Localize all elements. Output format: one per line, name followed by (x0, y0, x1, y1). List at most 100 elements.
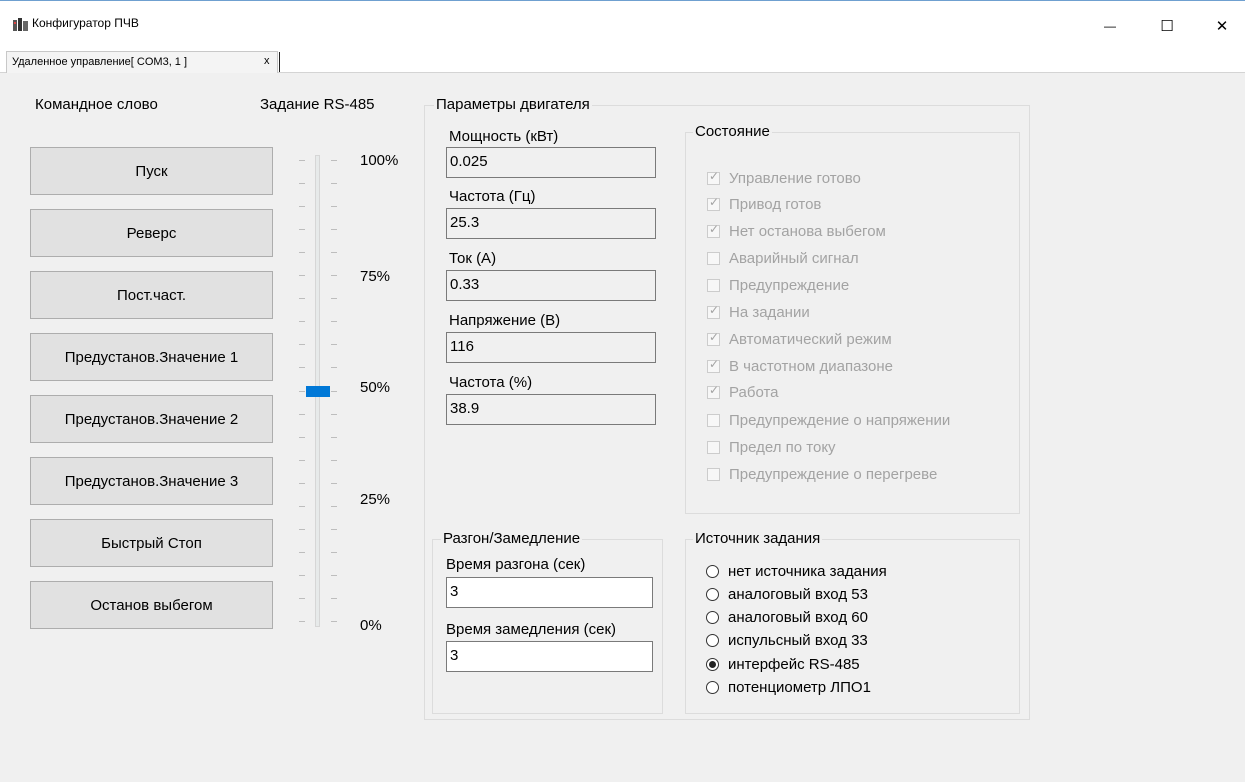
status-item-label: Предупреждение о напряжении (729, 412, 951, 429)
status-item: Предупреждение (707, 277, 849, 294)
source-option-label: интерфейс RS-485 (728, 656, 860, 673)
status-item-label: Автоматический режим (729, 331, 892, 348)
check-mark-icon: ✓ (709, 357, 720, 371)
slider-tick (299, 552, 305, 553)
source-option[interactable]: аналоговый вход 60 (706, 609, 868, 626)
slider-tick (299, 391, 305, 392)
radio-selected-icon[interactable] (706, 658, 719, 671)
close-icon: ✕ (1215, 18, 1229, 35)
maximize-button[interactable]: ☐ (1144, 9, 1190, 43)
tab-strip: Удаленное управление[ COM3, 1 ] x (0, 50, 1245, 73)
source-option[interactable]: испульсный вход 33 (706, 632, 868, 649)
status-item: Предел по току (707, 439, 836, 456)
frequency-hz-field: 25.3 (446, 208, 656, 239)
source-option[interactable]: аналоговый вход 53 (706, 586, 868, 603)
check-mark-icon: ✓ (709, 222, 720, 236)
power-label: Мощность (кВт) (449, 128, 559, 145)
status-item: ✓ Нет останова выбегом (707, 222, 886, 240)
status-group (685, 132, 1020, 514)
source-option[interactable]: интерфейс RS-485 (706, 656, 860, 673)
preset-2-button[interactable]: Предустанов.Значение 2 (30, 395, 273, 443)
slider-tick (331, 298, 337, 299)
status-item-label: Управление готово (729, 170, 861, 187)
status-item-label: Предупреждение о перегреве (729, 466, 938, 483)
scale-label-50: 50% (360, 379, 391, 396)
tab-separator (279, 52, 280, 72)
title-bar: Конфигуратор ПЧВ — ☐ ✕ (0, 0, 1245, 50)
status-item-label: Работа (729, 384, 779, 401)
tab-remote-control[interactable]: Удаленное управление[ COM3, 1 ] x (6, 51, 280, 73)
checkbox-unchecked-icon (707, 279, 720, 292)
preset-1-button[interactable]: Предустанов.Значение 1 (30, 333, 273, 381)
status-item: ✓ В частотном диапазоне (707, 357, 893, 375)
current-label: Ток (А) (449, 250, 497, 267)
frequency-hz-label: Частота (Гц) (449, 188, 536, 205)
frequency-pct-field: 38.9 (446, 394, 656, 425)
check-mark-icon: ✓ (709, 383, 720, 397)
status-item-label: В частотном диапазоне (729, 358, 893, 375)
source-option-label: потенциометр ЛПО1 (728, 679, 871, 696)
status-item: ✓ Работа (707, 383, 779, 401)
slider-tick (299, 183, 305, 184)
accel-time-input[interactable]: 3 (446, 577, 653, 608)
decel-time-input[interactable]: 3 (446, 641, 653, 672)
decel-time-label: Время замедления (сек) (446, 621, 617, 638)
radio-empty-icon[interactable] (706, 611, 719, 624)
scale-label-100: 100% (360, 152, 399, 169)
checkbox-checked-icon: ✓ (707, 169, 720, 185)
slider-tick (331, 344, 337, 345)
radio-empty-icon[interactable] (706, 634, 719, 647)
scale-label-25: 25% (360, 491, 391, 508)
source-option[interactable]: нет источника задания (706, 563, 887, 580)
slider-tick (299, 298, 305, 299)
radio-empty-icon[interactable] (706, 565, 719, 578)
status-item-label: Предупреждение (729, 277, 850, 294)
quick-stop-button[interactable]: Быстрый Стоп (30, 519, 273, 567)
slider-tick (331, 275, 337, 276)
slider-tick (299, 206, 305, 207)
power-field: 0.025 (446, 147, 656, 178)
source-option-label: нет источника задания (728, 563, 887, 580)
slider-tick (299, 506, 305, 507)
maximize-icon: ☐ (1160, 18, 1174, 35)
status-item: ✓ Привод готов (707, 195, 822, 213)
status-item: ✓ Автоматический режим (707, 330, 892, 348)
setpoint-heading: Задание RS-485 (260, 96, 375, 113)
slider-tick (331, 575, 337, 576)
status-item-label: Предел по току (729, 439, 836, 456)
const-freq-button[interactable]: Пост.част. (30, 271, 273, 319)
status-item-label: Привод готов (729, 196, 822, 213)
slider-tick (331, 252, 337, 253)
setpoint-slider-thumb[interactable] (306, 386, 330, 397)
slider-tick (331, 621, 337, 622)
slider-tick (331, 529, 337, 530)
accel-time-label: Время разгона (сек) (446, 556, 586, 573)
status-item: Предупреждение о перегреве (707, 466, 937, 483)
radio-empty-icon[interactable] (706, 681, 719, 694)
coast-stop-button[interactable]: Останов выбегом (30, 581, 273, 629)
start-button[interactable]: Пуск (30, 147, 273, 195)
slider-tick (331, 391, 337, 392)
preset-3-button[interactable]: Предустанов.Значение 3 (30, 457, 273, 505)
minimize-button[interactable]: — (1087, 9, 1133, 43)
slider-tick (299, 529, 305, 530)
source-option[interactable]: потенциометр ЛПО1 (706, 679, 871, 696)
slider-tick (299, 621, 305, 622)
slider-tick (299, 367, 305, 368)
slider-tick (299, 229, 305, 230)
radio-empty-icon[interactable] (706, 588, 719, 601)
reverse-button[interactable]: Реверс (30, 209, 273, 257)
slider-tick (331, 160, 337, 161)
voltage-field: 116 (446, 332, 656, 363)
slider-tick (331, 183, 337, 184)
slider-tick (331, 598, 337, 599)
checkbox-checked-icon: ✓ (707, 330, 720, 346)
close-button[interactable]: ✕ (1199, 9, 1245, 43)
check-mark-icon: ✓ (709, 195, 720, 209)
tab-close-button[interactable]: x (264, 55, 270, 67)
minimize-icon: — (1104, 19, 1116, 33)
source-title: Источник задания (693, 530, 823, 547)
source-option-label: аналоговый вход 60 (728, 609, 868, 626)
check-mark-icon: ✓ (709, 330, 720, 344)
slider-tick (331, 437, 337, 438)
